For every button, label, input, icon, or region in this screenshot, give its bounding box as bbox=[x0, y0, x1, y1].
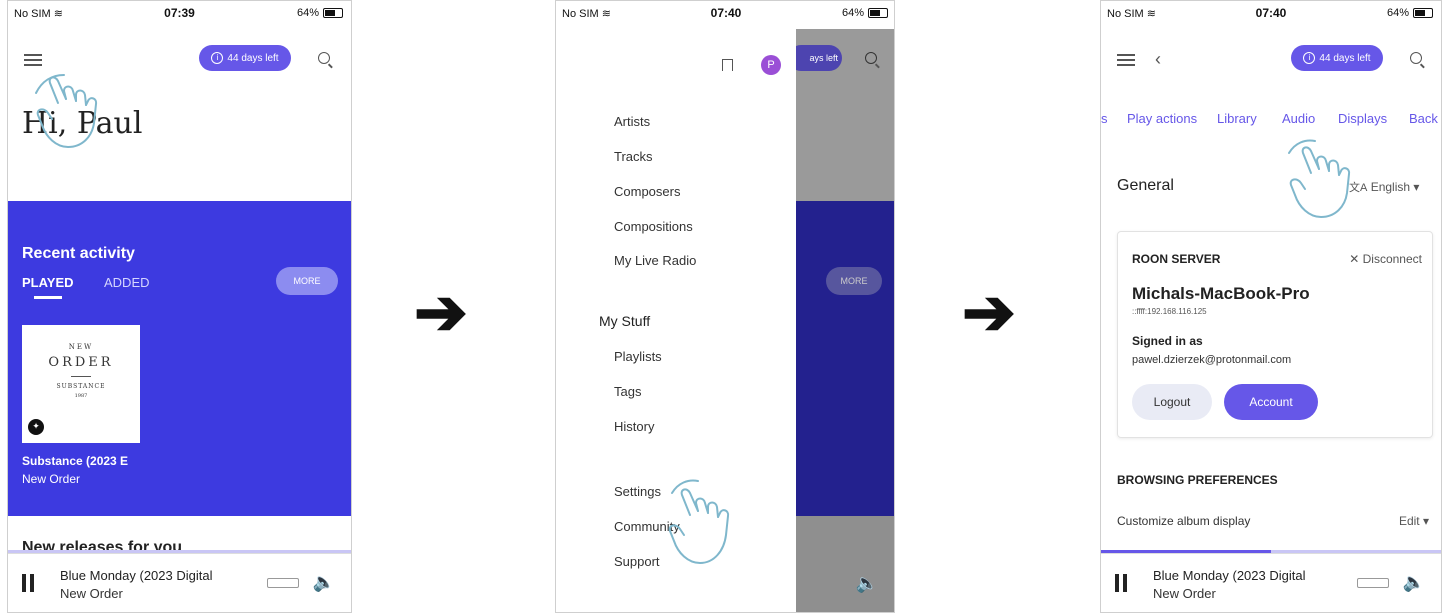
zone-device-icon[interactable] bbox=[1357, 578, 1389, 588]
tab-play-actions[interactable]: Play actions bbox=[1127, 111, 1197, 126]
menu-item-community[interactable]: Community bbox=[614, 519, 680, 534]
server-name: Michals-MacBook-Pro bbox=[1132, 284, 1310, 303]
side-drawer: No SIM ≋ 07:40 64% P Artists Tracks Comp… bbox=[556, 1, 888, 612]
status-bar: No SIM ≋ 07:40 64% bbox=[1101, 1, 1441, 25]
my-stuff-heading: My Stuff bbox=[599, 313, 651, 329]
search-icon[interactable] bbox=[318, 52, 330, 64]
translate-icon: 文A bbox=[1349, 182, 1368, 194]
battery: 64% bbox=[297, 7, 343, 19]
playback-progress bbox=[8, 550, 351, 553]
recent-activity-panel: Recent activity PLAYED ADDED MORE NEW OR… bbox=[8, 201, 351, 516]
disconnect-button[interactable]: ✕ Disconnect bbox=[1349, 252, 1422, 266]
customize-album-display-label: Customize album display bbox=[1117, 514, 1251, 528]
now-playing-bar[interactable]: Blue Monday (2023 Digital New Order 🔈 bbox=[8, 550, 351, 612]
tab-library[interactable]: Library bbox=[1217, 111, 1257, 126]
volume-icon[interactable]: 🔈 bbox=[1403, 572, 1425, 593]
battery-icon bbox=[1413, 8, 1433, 18]
now-playing-title: Blue Monday (2023 Digital bbox=[1153, 568, 1306, 583]
background-search-icon bbox=[865, 52, 877, 64]
menu-item-composers[interactable]: Composers bbox=[614, 184, 680, 199]
tab-displays[interactable]: Displays bbox=[1338, 111, 1387, 126]
account-button[interactable]: Account bbox=[1224, 384, 1318, 420]
background-trial-pill: ays left bbox=[788, 45, 842, 71]
trial-days-pill[interactable]: i 44 days left bbox=[1291, 45, 1383, 71]
server-label: ROON SERVER bbox=[1132, 252, 1221, 266]
back-icon[interactable]: ‹ bbox=[1155, 49, 1161, 70]
menu-item-my-live-radio[interactable]: My Live Radio bbox=[614, 253, 696, 268]
background-blue-panel bbox=[796, 201, 894, 516]
tab-partial[interactable]: s bbox=[1101, 111, 1108, 126]
now-playing-artist: New Order bbox=[1153, 586, 1216, 601]
hamburger-menu-icon[interactable] bbox=[24, 51, 42, 69]
now-playing-title: Blue Monday (2023 Digital bbox=[60, 568, 213, 583]
menu-item-settings[interactable]: Settings bbox=[614, 484, 661, 499]
logout-button[interactable]: Logout bbox=[1132, 384, 1212, 420]
language-selector[interactable]: 文A English ▾ bbox=[1349, 179, 1419, 195]
zone-device-icon[interactable] bbox=[267, 578, 299, 588]
now-playing-artist: New Order bbox=[60, 586, 123, 601]
pause-icon[interactable] bbox=[1115, 574, 1127, 592]
volume-icon[interactable]: 🔈 bbox=[313, 572, 335, 593]
menu-item-support[interactable]: Support bbox=[614, 554, 660, 569]
tab-backup[interactable]: Back bbox=[1409, 111, 1438, 126]
arrow-right-icon: ➔ bbox=[414, 276, 468, 348]
status-bar: No SIM ≋ 07:39 64% bbox=[8, 1, 351, 25]
album-cover-line: ORDER bbox=[48, 355, 114, 370]
avatar[interactable]: P bbox=[761, 55, 781, 75]
hamburger-menu-icon[interactable] bbox=[1117, 51, 1135, 69]
menu-item-playlists[interactable]: Playlists bbox=[614, 349, 662, 364]
tidal-icon: ✦ bbox=[28, 419, 44, 435]
menu-item-compositions[interactable]: Compositions bbox=[614, 219, 693, 234]
greeting-title: Hi, Paul bbox=[22, 106, 143, 141]
menu-item-artists[interactable]: Artists bbox=[614, 114, 650, 129]
recent-activity-title: Recent activity bbox=[22, 245, 135, 262]
album-cover-line: NEW bbox=[68, 343, 94, 351]
album-cover-divider bbox=[71, 376, 91, 377]
info-icon: i bbox=[1303, 52, 1316, 64]
playback-progress-fill bbox=[1101, 550, 1271, 553]
background-player bbox=[796, 554, 894, 612]
battery-icon bbox=[868, 8, 888, 18]
info-icon: i bbox=[211, 52, 224, 64]
search-icon[interactable] bbox=[1410, 52, 1422, 64]
more-button[interactable]: MORE bbox=[276, 267, 338, 295]
battery-icon bbox=[323, 8, 343, 18]
browsing-preferences-heading: BROWSING PREFERENCES bbox=[1117, 473, 1278, 487]
battery: 64% bbox=[842, 7, 888, 19]
screen-settings: No SIM ≋ 07:40 64% ‹ i 44 days left s Pla… bbox=[1100, 0, 1442, 613]
bookmark-icon[interactable] bbox=[722, 59, 733, 71]
signed-in-email: pawel.dzierzek@protonmail.com bbox=[1132, 354, 1292, 366]
menu-item-history[interactable]: History bbox=[614, 419, 654, 434]
menu-item-tags[interactable]: Tags bbox=[614, 384, 641, 399]
screen-home: No SIM ≋ 07:39 64% i 44 days left Hi, Pau… bbox=[7, 0, 352, 613]
roon-server-card: ROON SERVER ✕ Disconnect Michals-MacBook… bbox=[1117, 231, 1433, 438]
tab-played[interactable]: PLAYED bbox=[22, 275, 74, 290]
album-title[interactable]: Substance (2023 E bbox=[22, 454, 128, 468]
tab-added[interactable]: ADDED bbox=[104, 275, 150, 290]
tab-played-underline bbox=[34, 296, 62, 299]
background-more-button: MORE bbox=[826, 267, 882, 295]
background-white-band bbox=[796, 516, 894, 556]
album-cover-line: 1987 bbox=[74, 393, 88, 399]
general-heading: General bbox=[1117, 177, 1174, 194]
edit-button[interactable]: Edit ▾ bbox=[1399, 514, 1429, 528]
server-address: ::ffff:192.168.116.125 bbox=[1132, 307, 1207, 316]
tab-audio[interactable]: Audio bbox=[1282, 111, 1315, 126]
battery: 64% bbox=[1387, 7, 1433, 19]
background-volume-icon: 🔈 bbox=[855, 573, 878, 593]
arrow-right-icon: ➔ bbox=[962, 276, 1016, 348]
menu-item-tracks[interactable]: Tracks bbox=[614, 149, 653, 164]
screen-side-menu: ays left MORE 🔈 No SIM ≋ 07:40 64% P Art… bbox=[555, 0, 895, 613]
trial-days-pill[interactable]: i 44 days left bbox=[199, 45, 291, 71]
now-playing-bar[interactable]: Blue Monday (2023 Digital New Order 🔈 bbox=[1101, 550, 1441, 612]
album-cover[interactable]: NEW ORDER SUBSTANCE 1987 ✦ bbox=[22, 325, 140, 443]
album-cover-line: SUBSTANCE bbox=[56, 383, 106, 390]
status-bar: No SIM ≋ 07:40 64% bbox=[556, 1, 894, 25]
pause-icon[interactable] bbox=[22, 574, 34, 592]
settings-tabs: s Play actions Library Audio Displays Ba… bbox=[1101, 111, 1441, 131]
signed-in-label: Signed in as bbox=[1132, 334, 1203, 348]
album-artist[interactable]: New Order bbox=[22, 472, 80, 486]
